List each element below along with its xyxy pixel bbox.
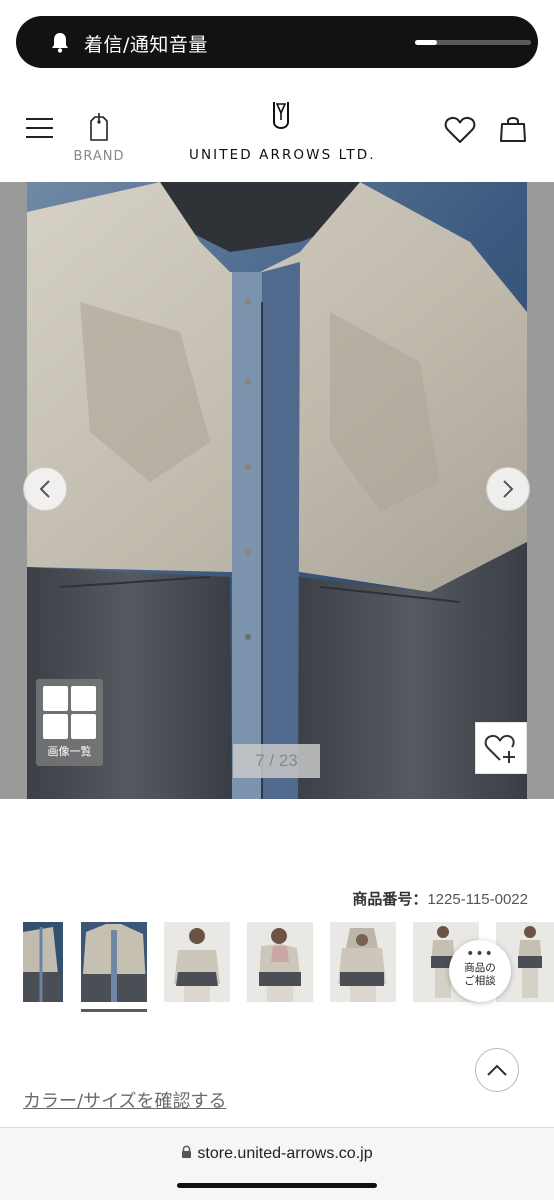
volume-fill bbox=[415, 40, 438, 45]
chevron-left-icon bbox=[39, 480, 50, 498]
thumbnail[interactable] bbox=[23, 922, 63, 1002]
more-dots-icon: ••• bbox=[466, 946, 494, 962]
bell-icon bbox=[50, 31, 70, 57]
product-number-label: 商品番号： bbox=[352, 891, 428, 908]
thumbnail[interactable] bbox=[164, 922, 230, 1002]
product-number-value: 1225-115-0022 bbox=[427, 891, 528, 908]
lock-icon bbox=[182, 1145, 192, 1158]
image-counter: 7 / 23 bbox=[233, 744, 320, 778]
grid-icon-cell bbox=[71, 686, 96, 711]
brand-button[interactable]: BRAND bbox=[72, 112, 126, 164]
thumbnail[interactable] bbox=[81, 922, 147, 1002]
chevron-up-icon bbox=[487, 1064, 507, 1076]
add-favorite-button[interactable] bbox=[475, 722, 527, 774]
product-image-gallery[interactable]: 画像一覧 7 / 23 bbox=[0, 182, 554, 799]
url-display[interactable]: store.united-arrows.co.jp bbox=[0, 1145, 554, 1163]
heart-plus-icon bbox=[484, 734, 515, 763]
scroll-to-top-button[interactable] bbox=[475, 1048, 519, 1092]
united-arrows-logo[interactable]: UNITED ARROWS LTD. bbox=[189, 100, 376, 163]
url-text: store.united-arrows.co.jp bbox=[197, 1145, 373, 1162]
home-indicator[interactable] bbox=[177, 1183, 377, 1188]
next-image-button[interactable] bbox=[486, 467, 530, 511]
thumbnail[interactable] bbox=[330, 922, 396, 1002]
browser-url-bar[interactable]: store.united-arrows.co.jp bbox=[0, 1127, 554, 1200]
heart-icon[interactable] bbox=[444, 116, 476, 148]
chevron-right-icon bbox=[503, 480, 514, 498]
active-thumbnail-indicator bbox=[81, 1009, 147, 1012]
grid-icon bbox=[43, 686, 68, 711]
grid-icon-cell bbox=[71, 714, 96, 739]
thumbnail[interactable] bbox=[247, 922, 313, 1002]
previous-image-button[interactable] bbox=[23, 467, 67, 511]
consult-label-line1: 商品の bbox=[464, 962, 496, 974]
volume-slider[interactable] bbox=[415, 40, 531, 45]
logo-text: UNITED ARROWS LTD. bbox=[189, 147, 376, 163]
cart-icon[interactable] bbox=[499, 115, 527, 147]
grid-icon-cell bbox=[43, 714, 68, 739]
product-number: 商品番号：1225-115-0022 bbox=[352, 888, 528, 909]
logo-mark-icon bbox=[273, 102, 289, 129]
image-list-label: 画像一覧 bbox=[47, 745, 92, 758]
volume-notification: 着信/通知音量 bbox=[16, 16, 538, 68]
image-list-button[interactable]: 画像一覧 bbox=[36, 679, 103, 766]
hamburger-menu-icon[interactable] bbox=[26, 117, 54, 145]
color-size-link[interactable]: カラー/サイズを確認する bbox=[23, 1087, 227, 1113]
volume-label: 着信/通知音量 bbox=[84, 34, 208, 56]
brand-bag-icon bbox=[90, 113, 108, 141]
consult-label-line2: ご相談 bbox=[464, 975, 496, 987]
product-consult-button[interactable]: ••• 商品の ご相談 bbox=[449, 940, 511, 1002]
brand-label: BRAND bbox=[73, 149, 125, 164]
